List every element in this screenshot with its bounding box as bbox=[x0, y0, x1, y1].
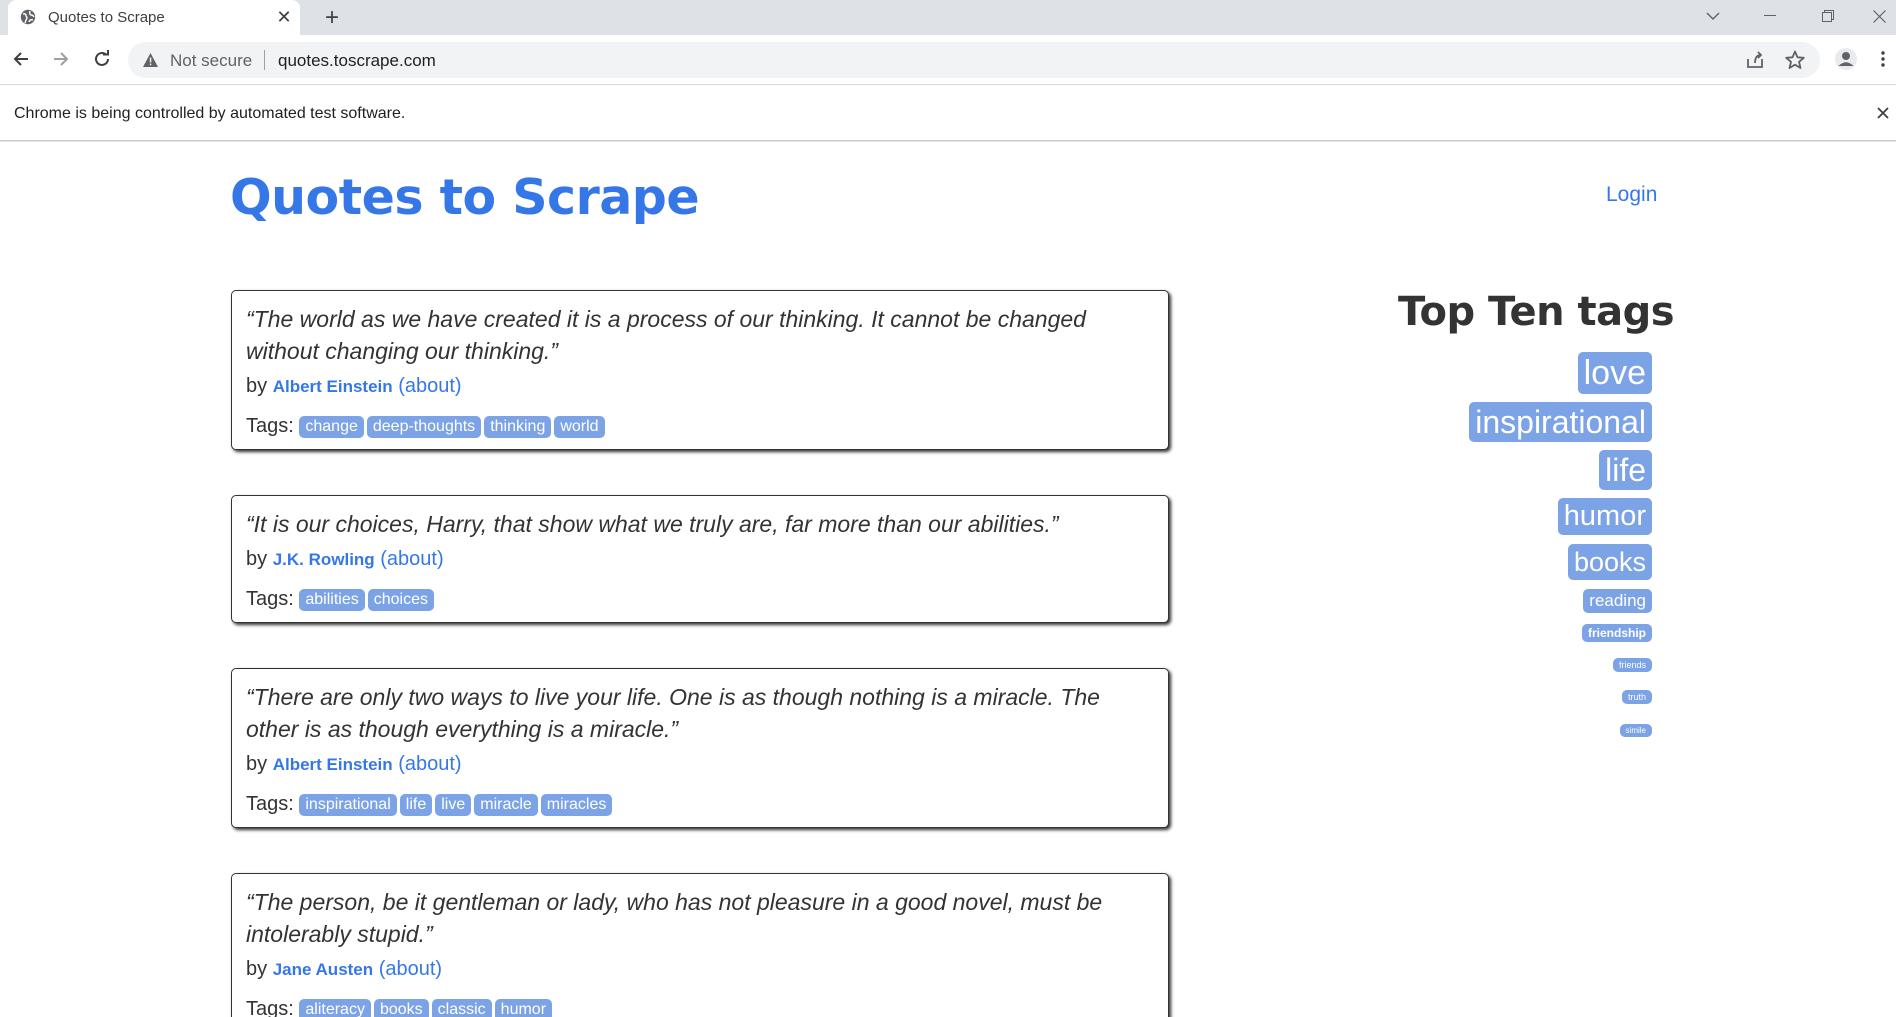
author-name: Jane Austen bbox=[272, 960, 374, 979]
top-tag-link[interactable]: love bbox=[1577, 352, 1652, 394]
tag-link[interactable]: world bbox=[554, 416, 605, 438]
automation-infobar: Chrome is being controlled by automated … bbox=[0, 86, 1896, 141]
browser-tabstrip: Quotes to Scrape ✕ + bbox=[0, 0, 1896, 35]
quote-tags: Tags: inspirational life live miracle miracl… bbox=[246, 791, 1154, 817]
profile-avatar-icon[interactable] bbox=[1830, 43, 1862, 75]
by-label: by bbox=[246, 958, 268, 980]
infobar-message: Chrome is being controlled by automated … bbox=[14, 105, 406, 122]
top-tags-heading: Top Ten tags bbox=[1398, 289, 1675, 335]
quote-tags: Tags: change deep-thoughts thinking world bbox=[246, 413, 1154, 439]
tag-link[interactable]: miracles bbox=[540, 794, 613, 816]
window-close-icon[interactable] bbox=[1862, 0, 1896, 32]
top-tags-list: love inspirational life humor books read… bbox=[1400, 352, 1652, 737]
bookmark-star-icon[interactable] bbox=[1784, 49, 1806, 71]
browser-toolbar: Not secure quotes.toscrape.com bbox=[0, 35, 1896, 85]
by-label: by bbox=[246, 548, 268, 570]
tab-search-chevron-icon[interactable] bbox=[1690, 0, 1736, 32]
tags-label: Tags: bbox=[246, 793, 294, 815]
browser-tab[interactable]: Quotes to Scrape ✕ bbox=[8, 0, 300, 35]
address-bar[interactable]: Not secure quotes.toscrape.com bbox=[128, 42, 1820, 78]
quote-card: “The person, be it gentleman or lady, wh… bbox=[231, 873, 1169, 1017]
infobar-close-icon[interactable] bbox=[1870, 100, 1896, 126]
tag-link[interactable]: life bbox=[399, 794, 433, 816]
by-label: by bbox=[246, 375, 268, 397]
tag-link[interactable]: deep-thoughts bbox=[366, 416, 482, 438]
about-link[interactable]: (about) bbox=[380, 548, 443, 570]
quote-text: “It is our choices, Harry, that show wha… bbox=[246, 511, 1059, 537]
top-tag-link[interactable]: humor bbox=[1557, 498, 1652, 535]
share-icon[interactable] bbox=[1744, 49, 1766, 71]
author-name: J.K. Rowling bbox=[272, 550, 375, 569]
quote-card: “The world as we have created it is a pr… bbox=[231, 290, 1169, 450]
tag-link[interactable]: classic bbox=[431, 999, 492, 1017]
tags-label: Tags: bbox=[246, 588, 294, 610]
quote-text: “The world as we have created it is a pr… bbox=[246, 306, 1086, 364]
globe-icon bbox=[20, 9, 36, 25]
top-tag-link[interactable]: truth bbox=[1621, 690, 1652, 704]
login-link[interactable]: Login bbox=[1606, 183, 1657, 207]
forward-arrow-icon[interactable] bbox=[45, 43, 77, 75]
top-tag-link[interactable]: books bbox=[1567, 544, 1652, 580]
tag-link[interactable]: thinking bbox=[484, 416, 552, 438]
reload-icon[interactable] bbox=[86, 43, 118, 75]
quote-byline: by Albert Einstein (about) bbox=[246, 372, 1154, 401]
tab-close-icon[interactable]: ✕ bbox=[273, 6, 295, 28]
minimize-icon[interactable] bbox=[1747, 0, 1793, 32]
about-link[interactable]: (about) bbox=[398, 753, 461, 775]
tag-link[interactable]: humor bbox=[494, 999, 553, 1017]
tag-link[interactable]: choices bbox=[367, 589, 434, 611]
about-link[interactable]: (about) bbox=[379, 958, 442, 980]
author-name: Albert Einstein bbox=[272, 755, 393, 774]
top-tag-link[interactable]: friends bbox=[1612, 658, 1652, 672]
quote-tags: Tags: aliteracy books classic humor bbox=[246, 996, 1154, 1017]
security-status-label[interactable]: Not secure bbox=[170, 51, 252, 71]
tag-link[interactable]: change bbox=[299, 416, 364, 438]
tag-link[interactable]: books bbox=[373, 999, 429, 1017]
quote-byline: by Albert Einstein (about) bbox=[246, 750, 1154, 779]
tag-link[interactable]: inspirational bbox=[299, 794, 397, 816]
quote-card: “It is our choices, Harry, that show wha… bbox=[231, 495, 1169, 623]
restore-icon[interactable] bbox=[1805, 0, 1851, 32]
url-text[interactable]: quotes.toscrape.com bbox=[278, 51, 436, 71]
tag-link[interactable]: miracle bbox=[474, 794, 538, 816]
omnibox-divider bbox=[264, 50, 265, 70]
tag-link[interactable]: live bbox=[435, 794, 472, 816]
top-tag-link[interactable]: simile bbox=[1619, 724, 1652, 737]
site-title[interactable]: Quotes to Scrape bbox=[230, 169, 700, 226]
by-label: by bbox=[246, 753, 268, 775]
tab-title: Quotes to Scrape bbox=[48, 9, 165, 26]
top-tag-link[interactable]: inspirational bbox=[1469, 402, 1652, 442]
tag-link[interactable]: abilities bbox=[299, 589, 365, 611]
top-tag-link[interactable]: reading bbox=[1583, 589, 1652, 613]
top-tag-link[interactable]: friendship bbox=[1581, 624, 1652, 642]
tags-label: Tags: bbox=[246, 415, 294, 437]
quote-tags: Tags: abilities choices bbox=[246, 586, 1154, 612]
top-tag-link[interactable]: life bbox=[1599, 450, 1652, 490]
back-arrow-icon[interactable] bbox=[5, 43, 37, 75]
kebab-menu-icon[interactable] bbox=[1870, 43, 1896, 75]
tags-label: Tags: bbox=[246, 998, 294, 1017]
quote-text: “The person, be it gentleman or lady, wh… bbox=[246, 889, 1103, 947]
warning-triangle-icon[interactable] bbox=[142, 52, 159, 68]
quote-byline: by J.K. Rowling (about) bbox=[246, 545, 1154, 574]
new-tab-plus-icon[interactable]: + bbox=[318, 4, 346, 32]
quote-text: “There are only two ways to live your li… bbox=[246, 684, 1100, 742]
author-name: Albert Einstein bbox=[272, 377, 393, 396]
about-link[interactable]: (about) bbox=[398, 375, 461, 397]
quote-card: “There are only two ways to live your li… bbox=[231, 668, 1169, 828]
tag-link[interactable]: aliteracy bbox=[299, 999, 371, 1017]
quote-byline: by Jane Austen (about) bbox=[246, 955, 1154, 984]
page-viewport: Quotes to Scrape Login “The world as we … bbox=[0, 142, 1896, 1017]
